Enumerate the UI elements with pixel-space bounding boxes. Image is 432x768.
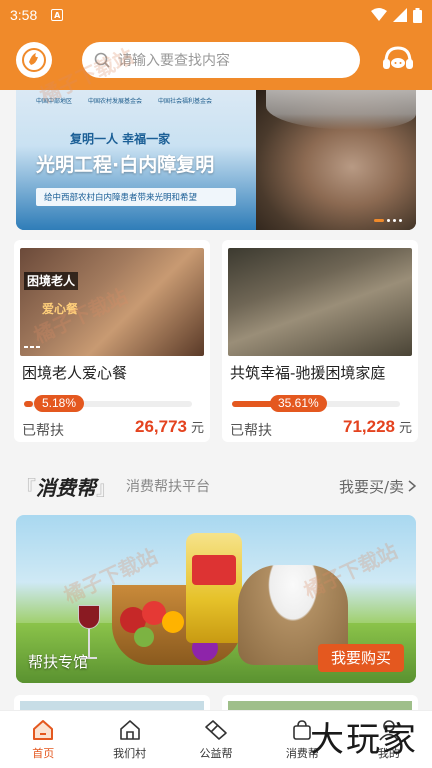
project-image-caption: 困境老人	[24, 272, 79, 291]
quote-mark: 』	[96, 475, 116, 500]
banner-title: 光明工程·白内障复明	[36, 154, 215, 176]
brand-watermark: 大玩家	[310, 720, 418, 760]
consumer-banner[interactable]: 帮扶专馆 我要购买	[16, 515, 416, 683]
project-card[interactable]: 困境老人 爱心餐 困境老人爱心餐 5.18% 已帮扶 26,773 元	[14, 240, 210, 442]
tab-label: 我们村	[113, 746, 147, 760]
tab-charity[interactable]: 公益帮	[173, 711, 259, 768]
quote-mark: 『	[16, 475, 36, 500]
project-image-tags	[24, 346, 40, 348]
oil-bottle	[186, 533, 242, 643]
image-tag	[24, 346, 28, 348]
search-input[interactable]: 请输入要查找内容	[118, 50, 230, 70]
app-header: 请输入要查找内容	[0, 30, 432, 90]
app-notification-icon: A	[51, 9, 64, 21]
village-icon	[119, 719, 140, 740]
battery-icon	[413, 7, 422, 23]
carousel-dot-active	[374, 219, 384, 222]
wine-glass-stem	[88, 629, 90, 657]
orange	[162, 611, 184, 633]
amount-value: 26,773	[134, 417, 187, 436]
banner-text-panel: 中国中部地区 中国农村发展基金会 中国社会福利基金会 复明一人 幸福一家 光明工…	[16, 90, 256, 230]
hand-heart-icon	[22, 48, 46, 72]
project-title: 困境老人爱心餐	[22, 364, 128, 382]
org-label: 中国社会福利基金会	[158, 98, 213, 105]
oil-bottle-label	[192, 555, 236, 585]
carousel-indicator	[374, 219, 402, 222]
progress-badge: 5.18%	[34, 395, 85, 412]
handshake-icon	[205, 719, 227, 740]
tab-home[interactable]: 首页	[0, 711, 86, 768]
helped-label: 已帮扶	[230, 423, 272, 439]
image-tag	[36, 346, 40, 348]
consumer-banner-label: 帮扶专馆	[28, 653, 89, 671]
amount-value: 71,228	[342, 417, 395, 436]
section-header: 『 消费帮 』 消费帮扶平台 我要买/卖	[0, 466, 432, 506]
tab-label: 公益帮	[199, 746, 233, 760]
raised-amount: 26,773 元	[135, 417, 204, 437]
project-image	[228, 248, 412, 356]
tab-label: 首页	[32, 746, 55, 760]
chevron-right-icon	[408, 480, 416, 492]
section-title: 消费帮	[36, 475, 96, 500]
helped-label: 已帮扶	[22, 423, 64, 439]
carousel-dot	[399, 219, 402, 222]
status-icons	[371, 7, 422, 23]
status-time: 3:58	[10, 7, 38, 23]
carousel-dot	[393, 219, 396, 222]
progress-badge: 35.61%	[270, 395, 327, 412]
project-title: 共筑幸福-驰援困境家庭	[230, 364, 386, 382]
progress-fill	[24, 401, 33, 407]
amount-unit: 元	[190, 421, 204, 436]
search-bar[interactable]: 请输入要查找内容	[82, 42, 360, 78]
amount-unit: 元	[398, 421, 412, 436]
home-icon	[33, 719, 54, 740]
wine-glass-cup	[78, 605, 100, 629]
raised-amount: 71,228 元	[343, 417, 412, 437]
headset-icon	[383, 46, 413, 69]
signal-icon	[393, 8, 407, 22]
project-image: 困境老人 爱心餐	[20, 248, 204, 356]
customer-service-button[interactable]	[380, 42, 416, 78]
project-card[interactable]: 共筑幸福-驰援困境家庭 35.61% 已帮扶 71,228 元	[222, 240, 418, 442]
banner-org-logos: 中国中部地区 中国农村发展基金会 中国社会福利基金会	[36, 96, 212, 105]
org-label: 中国农村发展基金会	[88, 98, 143, 105]
banner-slogan: 复明一人 幸福一家	[70, 132, 171, 146]
project-image-caption: 爱心餐	[42, 302, 79, 316]
banner-subtitle: 给中西部农村白内障患者带来光明和希望	[36, 188, 236, 206]
wifi-icon	[371, 8, 387, 21]
org-label: 中国中部地区	[36, 98, 73, 105]
section-more-link[interactable]: 我要买/卖	[339, 476, 416, 497]
app-logo[interactable]	[16, 42, 52, 78]
buy-button[interactable]: 我要购买	[317, 644, 404, 672]
image-tag	[30, 346, 34, 348]
status-bar: 3:58 A	[0, 0, 432, 30]
pepper	[134, 627, 154, 647]
carousel-dot	[387, 219, 390, 222]
section-more-label: 我要买/卖	[338, 477, 404, 496]
search-icon	[94, 52, 110, 68]
tab-village[interactable]: 我们村	[86, 711, 172, 768]
promo-banner[interactable]: 中国中部地区 中国农村发展基金会 中国社会福利基金会 复明一人 幸福一家 光明工…	[16, 90, 416, 230]
section-subtitle: 消费帮扶平台	[126, 479, 210, 495]
